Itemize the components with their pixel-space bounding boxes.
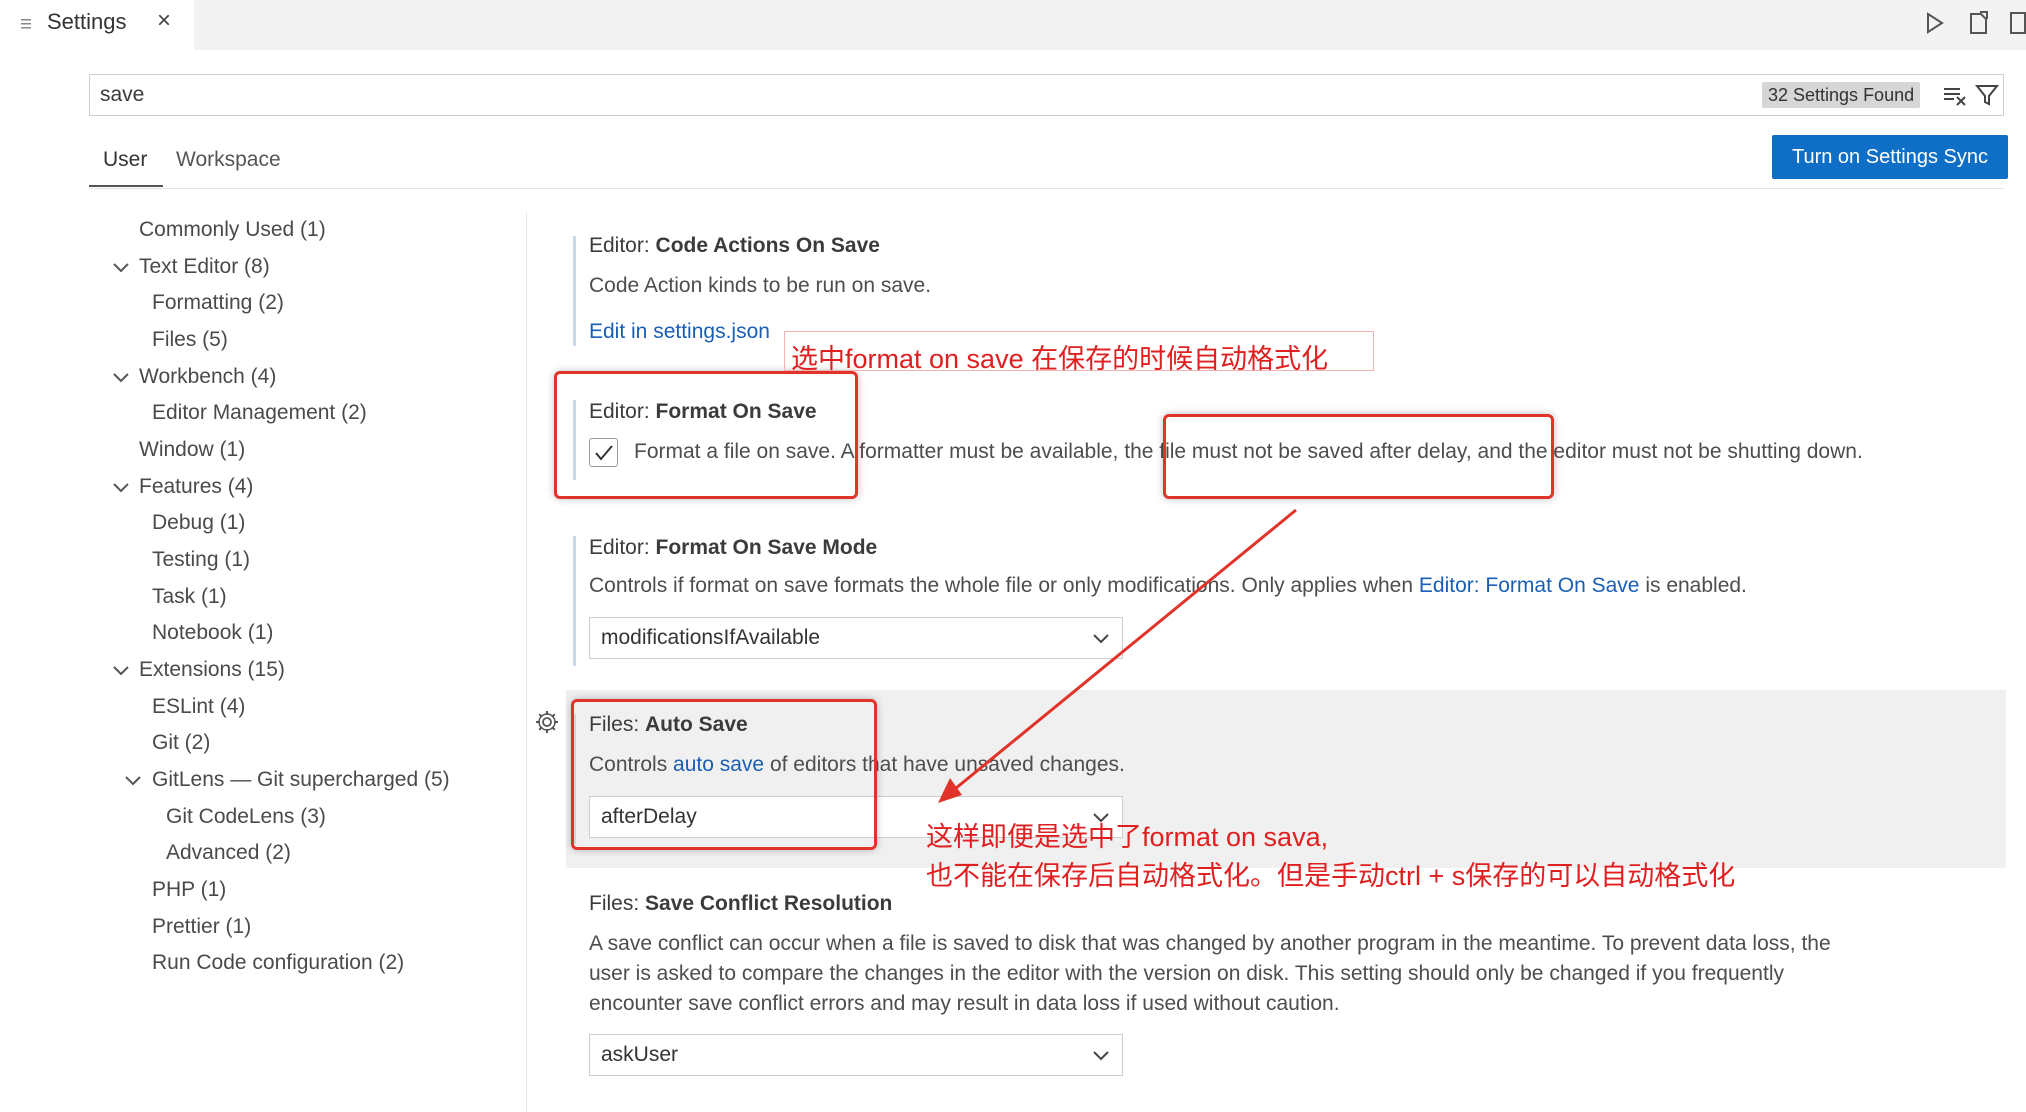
annotation-box (571, 699, 877, 850)
edit-in-settings-json-link[interactable]: Edit in settings.json (589, 320, 770, 344)
setting-description-line: A save conflict can occur when a file is… (589, 932, 1831, 955)
toc-item[interactable]: Advanced (2) (166, 840, 291, 866)
toc-item[interactable]: Files (5) (152, 327, 228, 353)
setting-title: Editor: Code Actions On Save (589, 234, 880, 258)
tab-user[interactable]: User (103, 148, 147, 172)
toc-item[interactable]: GitLens — Git supercharged (5) (152, 767, 450, 793)
toc-item[interactable]: Formatting (2) (152, 290, 284, 316)
split-editor-icon[interactable] (2006, 8, 2026, 38)
toc-item[interactable]: Run Code configuration (2) (152, 950, 404, 976)
setting-title: Files: Save Conflict Resolution (589, 892, 892, 916)
chevron-down-icon[interactable] (112, 261, 130, 273)
modified-indicator (573, 236, 576, 346)
setting-category: Files: (589, 892, 646, 915)
save-conflict-select[interactable]: askUser (589, 1034, 1123, 1076)
annotation-note: 选中format on save 在保存的时候自动格式化 (791, 344, 1329, 374)
settings-tab[interactable]: Settings × (0, 0, 194, 50)
toc-item[interactable]: ESLint (4) (152, 694, 245, 720)
setting-name: Save Conflict Resolution (645, 892, 893, 915)
selected-value: askUser (601, 1043, 679, 1066)
toc-item[interactable]: Window (1) (139, 437, 245, 463)
toc-item[interactable]: PHP (1) (152, 877, 226, 903)
setting-name: Code Actions On Save (655, 234, 880, 257)
results-count-badge: 32 Settings Found (1762, 82, 1921, 108)
toc-item[interactable]: Task (1) (152, 584, 227, 610)
annotation-box (1163, 414, 1554, 499)
toc-item[interactable]: Notebook (1) (152, 620, 273, 646)
active-tab-indicator (89, 185, 163, 187)
settings-sync-button[interactable]: Turn on Settings Sync (1772, 135, 2008, 179)
toc-item[interactable]: Editor Management (2) (152, 400, 367, 426)
setting-title: Editor: Format On Save Mode (589, 536, 877, 560)
tab-label: Settings (47, 9, 127, 34)
clear-filter-icon[interactable] (1942, 84, 1968, 106)
setting-description-line: user is asked to compare the changes in … (589, 962, 1784, 985)
toc-item[interactable]: Prettier (1) (152, 914, 251, 940)
toc-item[interactable]: Commonly Used (1) (139, 217, 326, 243)
search-input[interactable] (100, 80, 1700, 110)
selected-value: modificationsIfAvailable (601, 626, 821, 649)
toc-item[interactable]: Extensions (15) (139, 657, 285, 683)
close-icon[interactable]: × (157, 8, 171, 34)
setting-category: Editor: (589, 536, 656, 559)
toc-item[interactable]: Git CodeLens (3) (166, 804, 326, 830)
list-icon (21, 19, 31, 29)
tab-workspace[interactable]: Workspace (176, 148, 281, 172)
toc-item[interactable]: Debug (1) (152, 510, 245, 536)
chevron-down-icon[interactable] (124, 774, 142, 786)
description-text: Controls if format on save formats the w… (589, 574, 1419, 597)
filter-icon[interactable] (1974, 83, 2000, 107)
annotation-note: 也不能在保存后自动格式化。但是手动ctrl + s保存的可以自动格式化 (926, 861, 1736, 891)
setting-description-line: encounter save conflict errors and may r… (589, 992, 1340, 1015)
editor-tab-bar (0, 0, 2026, 50)
chevron-down-icon[interactable] (112, 664, 130, 676)
chevron-down-icon (1093, 634, 1109, 644)
setting-category: Editor: (589, 234, 656, 257)
setting-name: Format On Save Mode (655, 536, 878, 559)
open-json-icon[interactable] (1963, 8, 1993, 38)
format-on-save-link[interactable]: Editor: Format On Save (1419, 574, 1640, 597)
setting-description: Controls if format on save formats the w… (589, 574, 1747, 598)
chevron-down-icon[interactable] (112, 481, 130, 493)
gear-icon[interactable] (534, 709, 560, 735)
toc-item[interactable]: Text Editor (8) (139, 254, 270, 280)
divider (89, 188, 2004, 189)
toc-divider (526, 212, 527, 1112)
toc-item[interactable]: Testing (1) (152, 547, 250, 573)
annotation-note: 这样即便是选中了format on sava, (926, 822, 1329, 852)
chevron-down-icon (1093, 1051, 1109, 1061)
annotation-box (554, 371, 858, 499)
modified-indicator (573, 536, 576, 666)
toc-item[interactable]: Workbench (4) (139, 364, 276, 390)
description-text: is enabled. (1639, 574, 1747, 597)
chevron-down-icon[interactable] (112, 371, 130, 383)
toc-item[interactable]: Git (2) (152, 730, 210, 756)
format-on-save-mode-select[interactable]: modificationsIfAvailable (589, 617, 1123, 659)
setting-description: Code Action kinds to be run on save. (589, 274, 932, 297)
toc-item[interactable]: Features (4) (139, 474, 253, 500)
run-icon[interactable] (1919, 8, 1949, 38)
